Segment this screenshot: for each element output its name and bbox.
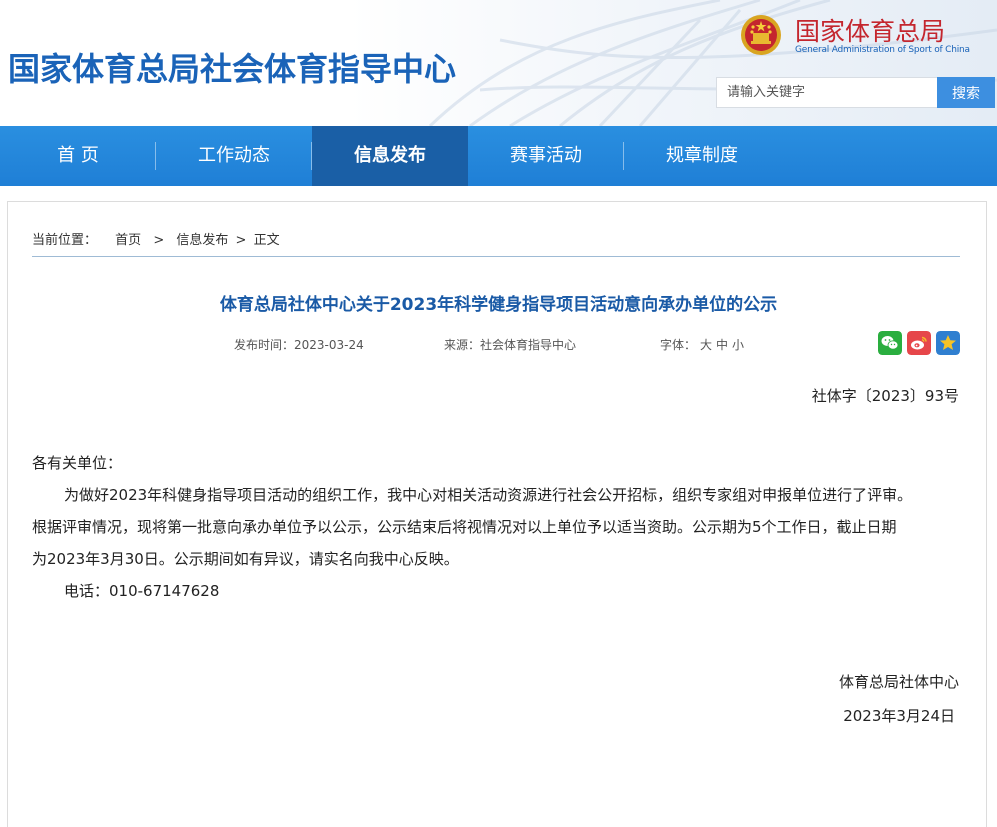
nav-item-regulations[interactable]: 规章制度 xyxy=(624,126,780,186)
font-size-small[interactable]: 小 xyxy=(732,338,744,352)
publish-label: 发布时间： xyxy=(234,338,295,352)
breadcrumb-divider xyxy=(32,256,960,257)
article-source: 来源：社会体育指导中心 xyxy=(444,336,576,353)
signature-org: 体育总局社体中心 xyxy=(838,673,959,691)
article-title: 体育总局社体中心关于2023年科学健身指导项目活动意向承办单位的公示 xyxy=(219,295,778,315)
salutation: 各有关单位： xyxy=(32,454,123,472)
breadcrumb-prefix: 当前位置： xyxy=(32,233,98,248)
breadcrumb-home[interactable]: 首页 xyxy=(115,233,141,248)
nav-item-home[interactable]: 首 页 xyxy=(0,126,156,186)
breadcrumb-separator: > xyxy=(153,233,165,248)
font-size-label: 字体： xyxy=(660,338,697,352)
nav-item-events[interactable]: 赛事活动 xyxy=(468,126,624,186)
breadcrumb-separator: > xyxy=(235,233,247,248)
document-number: 社体字〔2023〕93号 xyxy=(811,387,959,405)
publish-time: 发布时间：2023-03-24 xyxy=(234,336,364,353)
org-name-cn: 国家体育总局 xyxy=(795,17,946,46)
org-name-en: General Administration of Sport of China xyxy=(795,45,970,55)
nav-item-info-release[interactable]: 信息发布 xyxy=(312,126,468,186)
paragraph-line: 为做好2023年科健身指导项目活动的组织工作，我中心对相关活动资源进行社会公开招… xyxy=(64,486,913,504)
contact-phone: 电话：010-67147628 xyxy=(64,582,220,600)
signature-date: 2023年3月24日 xyxy=(843,707,955,725)
weibo-icon[interactable] xyxy=(907,331,931,355)
source-value: 社会体育指导中心 xyxy=(480,338,577,352)
national-emblem-icon xyxy=(741,15,781,55)
source-label: 来源： xyxy=(444,338,481,352)
star-icon[interactable] xyxy=(936,331,960,355)
breadcrumb-section[interactable]: 信息发布 xyxy=(176,233,228,248)
breadcrumb-current: 正文 xyxy=(253,233,280,248)
search-button[interactable]: 搜索 xyxy=(937,77,995,108)
site-header: 国家体育总局社会体育指导中心 国家体育总局 General Administra… xyxy=(0,0,997,126)
article-body: 各有关单位： 为做好2023年科健身指导项目活动的组织工作，我中心对相关活动资源… xyxy=(32,447,962,607)
wechat-icon[interactable] xyxy=(878,331,902,355)
paragraph-line: 为2023年3月30日。公示期间如有异议，请实名向我中心反映。 xyxy=(32,550,459,568)
breadcrumb: 当前位置： 首页 > 信息发布 > 正文 xyxy=(32,229,282,248)
publish-date: 2023-03-24 xyxy=(294,338,364,352)
site-title[interactable]: 国家体育总局社会体育指导中心 xyxy=(8,44,456,90)
font-size-control: 字体：大中小 xyxy=(660,336,744,353)
font-size-medium[interactable]: 中 xyxy=(716,338,728,352)
main-nav: 首 页 工作动态 信息发布 赛事活动 规章制度 xyxy=(0,126,997,186)
search-input[interactable] xyxy=(716,77,938,108)
paragraph-line: 根据评审情况，现将第一批意向承办单位予以公示，公示结束后将视情况对以上单位予以适… xyxy=(32,518,897,536)
nav-item-work-news[interactable]: 工作动态 xyxy=(156,126,312,186)
font-size-large[interactable]: 大 xyxy=(700,338,712,352)
